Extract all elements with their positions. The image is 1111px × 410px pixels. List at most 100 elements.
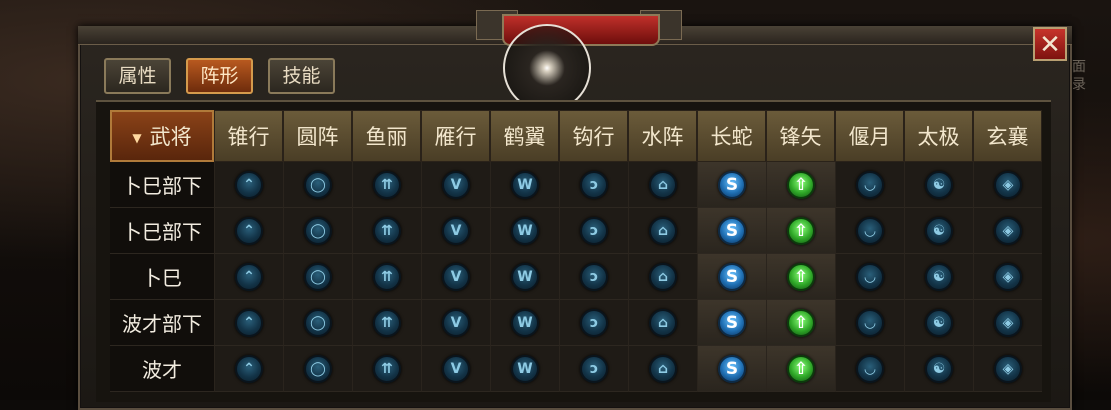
formation-cell[interactable]: ⌃ bbox=[214, 162, 283, 208]
chevron-up-icon: ⌃ bbox=[235, 308, 263, 337]
formation-cell[interactable]: ⇧ bbox=[766, 208, 835, 254]
formation-cell[interactable]: ◯ bbox=[283, 254, 352, 300]
formation-cell[interactable]: ☯ bbox=[904, 208, 973, 254]
formation-cell[interactable]: S bbox=[697, 346, 766, 392]
formation-cell[interactable]: V bbox=[421, 346, 490, 392]
formation-cell[interactable]: ⇈ bbox=[352, 254, 421, 300]
formation-cell[interactable]: ⌃ bbox=[214, 208, 283, 254]
chevron-up-icon: ⌃ bbox=[235, 170, 263, 199]
formation-cell[interactable]: S bbox=[697, 162, 766, 208]
tab-attributes[interactable]: 属性 bbox=[104, 58, 171, 94]
formation-cell[interactable]: ◈ bbox=[973, 254, 1042, 300]
formation-cell[interactable]: W bbox=[490, 208, 559, 254]
formation-cell[interactable]: ◈ bbox=[973, 162, 1042, 208]
general-column-header[interactable]: ▼ 武将 bbox=[110, 110, 214, 162]
tab-skills[interactable]: 技能 bbox=[268, 58, 335, 94]
formation-cell[interactable]: ⌂ bbox=[628, 162, 697, 208]
arrow-up-icon: ⇧ bbox=[787, 170, 815, 199]
formation-cell[interactable]: ☯ bbox=[904, 254, 973, 300]
formation-column-header[interactable]: 锋矢 bbox=[766, 110, 835, 162]
formation-cell[interactable]: W bbox=[490, 300, 559, 346]
formation-cell[interactable]: V bbox=[421, 162, 490, 208]
diamond-icon: ◈ bbox=[994, 170, 1022, 199]
formation-cell[interactable]: ◡ bbox=[835, 162, 904, 208]
formation-cell[interactable]: ☯ bbox=[904, 162, 973, 208]
formation-cell[interactable]: ⇈ bbox=[352, 208, 421, 254]
formation-column-header[interactable]: 钩行 bbox=[559, 110, 628, 162]
formation-cell[interactable]: ⌃ bbox=[214, 254, 283, 300]
formation-cell[interactable]: S bbox=[697, 208, 766, 254]
formation-cell[interactable]: ⌂ bbox=[628, 346, 697, 392]
general-name[interactable]: 波才 bbox=[110, 346, 214, 392]
formation-cell[interactable]: V bbox=[421, 208, 490, 254]
formation-cell[interactable]: V bbox=[421, 300, 490, 346]
formation-cell[interactable]: ⇈ bbox=[352, 162, 421, 208]
formation-cell[interactable]: ↄ bbox=[559, 162, 628, 208]
snake-s-icon: S bbox=[718, 354, 746, 383]
house-icon: ⌂ bbox=[649, 354, 677, 383]
formation-cell[interactable]: ◯ bbox=[283, 300, 352, 346]
formation-column-header[interactable]: 锥行 bbox=[214, 110, 283, 162]
formation-cell[interactable]: ◡ bbox=[835, 346, 904, 392]
table-row: 波才 ⌃ ◯ ⇈ V Wↄ ⌂ S ⇧ ◡ ☯ ◈ bbox=[110, 346, 1042, 392]
formation-cell[interactable]: ⌂ bbox=[628, 208, 697, 254]
formation-cell[interactable]: ◈ bbox=[973, 300, 1042, 346]
formation-cell[interactable]: ⌂ bbox=[628, 254, 697, 300]
formation-column-header[interactable]: 玄襄 bbox=[973, 110, 1042, 162]
crescent-icon: ◡ bbox=[856, 354, 884, 383]
circle-ring-icon: ◯ bbox=[304, 354, 332, 383]
table-row: 卜巳 ⌃ ◯ ⇈ V Wↄ ⌂ S ⇧ ◡ ☯ ◈ bbox=[110, 254, 1042, 300]
formation-cell[interactable]: ◡ bbox=[835, 300, 904, 346]
general-name[interactable]: 波才部下 bbox=[110, 300, 214, 346]
formation-cell[interactable]: ↄ bbox=[559, 346, 628, 392]
formation-cell[interactable]: ◯ bbox=[283, 208, 352, 254]
formation-column-header[interactable]: 鹤翼 bbox=[490, 110, 559, 162]
formation-column-header[interactable]: 太极 bbox=[904, 110, 973, 162]
general-name[interactable]: 卜巳 bbox=[110, 254, 214, 300]
v-shape-icon: V bbox=[442, 262, 470, 291]
formation-cell[interactable]: W bbox=[490, 346, 559, 392]
formation-cell[interactable]: ⌂ bbox=[628, 300, 697, 346]
crescent-icon: ◡ bbox=[856, 216, 884, 245]
general-name[interactable]: 卜巳部下 bbox=[110, 162, 214, 208]
formation-cell[interactable]: ☯ bbox=[904, 300, 973, 346]
formation-cell[interactable]: ⇈ bbox=[352, 346, 421, 392]
formation-cell[interactable]: ☯ bbox=[904, 346, 973, 392]
formation-cell[interactable]: W bbox=[490, 254, 559, 300]
formation-cell[interactable]: ⇧ bbox=[766, 254, 835, 300]
sort-arrow-icon: ▼ bbox=[132, 131, 142, 145]
formation-cell[interactable]: V bbox=[421, 254, 490, 300]
hook-icon: ↄ bbox=[580, 262, 608, 291]
snake-s-icon: S bbox=[718, 170, 746, 199]
formation-cell[interactable]: ⌃ bbox=[214, 300, 283, 346]
formation-cell[interactable]: ◯ bbox=[283, 162, 352, 208]
formation-column-header[interactable]: 圆阵 bbox=[283, 110, 352, 162]
tab-formation[interactable]: 阵形 bbox=[186, 58, 253, 94]
formation-column-header[interactable]: 偃月 bbox=[835, 110, 904, 162]
formation-cell[interactable]: ⇧ bbox=[766, 300, 835, 346]
formation-cell[interactable]: ↄ bbox=[559, 254, 628, 300]
close-button[interactable]: ✕ bbox=[1033, 27, 1067, 61]
hook-icon: ↄ bbox=[580, 216, 608, 245]
formation-cell[interactable]: ◡ bbox=[835, 254, 904, 300]
formation-column-header[interactable]: 水阵 bbox=[628, 110, 697, 162]
formation-cell[interactable]: S bbox=[697, 300, 766, 346]
formation-column-header[interactable]: 鱼丽 bbox=[352, 110, 421, 162]
formation-column-header[interactable]: 长蛇 bbox=[697, 110, 766, 162]
arrow-up-icon: ⇧ bbox=[787, 308, 815, 337]
formation-cell[interactable]: W bbox=[490, 162, 559, 208]
formation-cell[interactable]: ⇧ bbox=[766, 346, 835, 392]
formation-cell[interactable]: ⇧ bbox=[766, 162, 835, 208]
formation-cell[interactable]: ◡ bbox=[835, 208, 904, 254]
formation-cell[interactable]: ◈ bbox=[973, 208, 1042, 254]
formation-column-header[interactable]: 雁行 bbox=[421, 110, 490, 162]
formation-cell[interactable]: ◈ bbox=[973, 346, 1042, 392]
formation-cell[interactable]: ↄ bbox=[559, 300, 628, 346]
formation-cell[interactable]: ⇈ bbox=[352, 300, 421, 346]
diamond-icon: ◈ bbox=[994, 216, 1022, 245]
general-name[interactable]: 卜巳部下 bbox=[110, 208, 214, 254]
formation-cell[interactable]: ◯ bbox=[283, 346, 352, 392]
formation-cell[interactable]: ⌃ bbox=[214, 346, 283, 392]
formation-cell[interactable]: ↄ bbox=[559, 208, 628, 254]
formation-cell[interactable]: S bbox=[697, 254, 766, 300]
